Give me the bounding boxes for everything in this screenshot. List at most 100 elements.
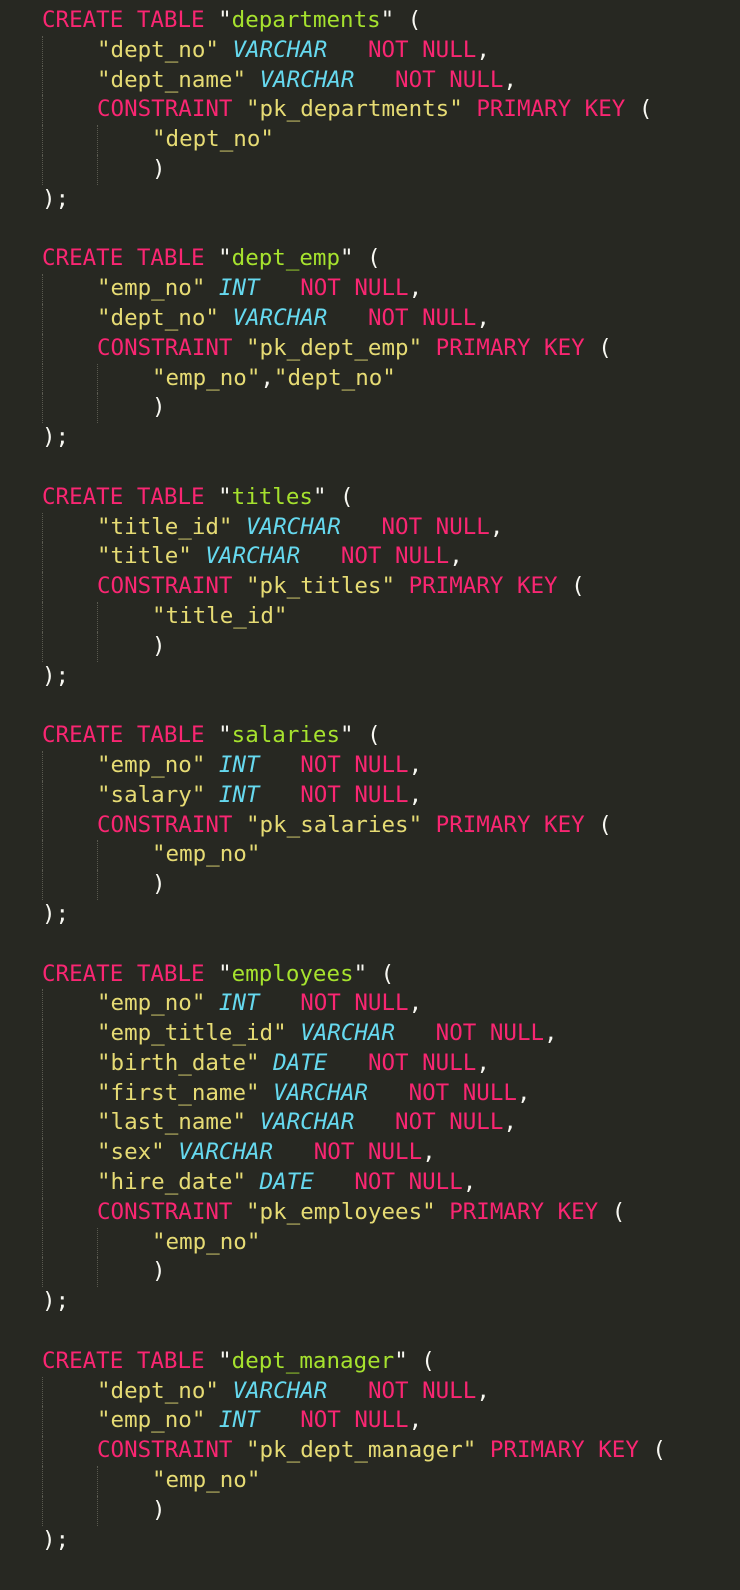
- code-line[interactable]: CREATE TABLE "dept_manager" (: [0, 1347, 740, 1377]
- punctuation-token: [205, 1407, 219, 1433]
- code-line[interactable]: "dept_no" VARCHAR NOT NULL,: [0, 35, 740, 66]
- string-token: "emp_no": [97, 275, 206, 302]
- punctuation-token: ,: [408, 781, 423, 808]
- code-line[interactable]: ): [0, 870, 740, 900]
- punctuation-token: ,: [408, 1407, 423, 1434]
- code-line[interactable]: );: [0, 900, 740, 930]
- code-editor[interactable]: CREATE TABLE "departments" ("dept_no" VA…: [0, 6, 740, 1590]
- code-line[interactable]: "last_name" VARCHAR NOT NULL,: [0, 1108, 740, 1139]
- indent-guide: [42, 989, 43, 1020]
- punctuation-token: );: [42, 662, 70, 689]
- string-token: "title": [97, 543, 192, 570]
- code-line[interactable]: CREATE TABLE "dept_emp" (: [0, 244, 740, 274]
- keyword-token: NOT NULL: [395, 66, 504, 93]
- code-line[interactable]: ): [0, 1257, 740, 1288]
- code-line[interactable]: ): [0, 393, 740, 424]
- code-line[interactable]: CONSTRAINT "pk_departments" PRIMARY KEY …: [0, 95, 740, 126]
- code-line[interactable]: "emp_no" INT NOT NULL,: [0, 989, 740, 1020]
- string-token: "pk_titles": [246, 573, 396, 600]
- keyword-token: NOT NULL: [300, 275, 409, 302]
- code-line[interactable]: "emp_no": [0, 840, 740, 871]
- punctuation-token: ): [152, 394, 166, 421]
- keyword-token: NOT NULL: [408, 1079, 517, 1106]
- code-line[interactable]: [0, 930, 740, 960]
- punctuation-token: [287, 1020, 301, 1046]
- code-line[interactable]: "sex" VARCHAR NOT NULL,: [0, 1138, 740, 1169]
- code-line[interactable]: [0, 691, 740, 721]
- punctuation-token: " (: [380, 7, 422, 33]
- code-line[interactable]: CONSTRAINT "pk_dept_manager" PRIMARY KEY…: [0, 1436, 740, 1467]
- code-line[interactable]: "salary" INT NOT NULL,: [0, 780, 740, 811]
- code-line[interactable]: CONSTRAINT "pk_employees" PRIMARY KEY (: [0, 1197, 740, 1228]
- code-line[interactable]: "title_id" VARCHAR NOT NULL,: [0, 512, 740, 543]
- indent-guide: [97, 393, 98, 424]
- string-token: "first_name": [97, 1079, 260, 1106]
- code-line[interactable]: "emp_no" INT NOT NULL,: [0, 750, 740, 781]
- code-line[interactable]: CONSTRAINT "pk_titles" PRIMARY KEY (: [0, 572, 740, 602]
- code-line[interactable]: );: [0, 1287, 740, 1317]
- code-line[interactable]: ): [0, 154, 740, 185]
- code-line[interactable]: [0, 215, 740, 245]
- code-line[interactable]: [0, 453, 740, 483]
- code-line[interactable]: );: [0, 185, 740, 215]
- indent-guide: [42, 65, 43, 96]
- punctuation-token: [205, 275, 219, 301]
- punctuation-token: );: [42, 185, 70, 212]
- type-token: VARCHAR: [232, 36, 328, 63]
- code-line[interactable]: CREATE TABLE "salaries" (: [0, 721, 740, 751]
- punctuation-token: [219, 37, 233, 63]
- code-line[interactable]: );: [0, 662, 740, 692]
- indent-guide: [42, 303, 43, 334]
- code-line[interactable]: "emp_no" INT NOT NULL,: [0, 1406, 740, 1437]
- keyword-token: NOT NULL: [300, 781, 409, 808]
- indent-guide: [42, 1048, 43, 1079]
- code-line[interactable]: "dept_name" VARCHAR NOT NULL,: [0, 65, 740, 96]
- table-name-token: dept_emp: [231, 245, 341, 272]
- indent-guide: [42, 154, 43, 185]
- indent-guide: [42, 1168, 43, 1198]
- code-line[interactable]: ): [0, 631, 740, 662]
- code-line[interactable]: "emp_no","dept_no": [0, 363, 740, 394]
- indent-guide: [42, 1257, 43, 1288]
- string-token: "dept_no": [97, 304, 219, 331]
- code-line[interactable]: "dept_no" VARCHAR NOT NULL,: [0, 1376, 740, 1407]
- code-line[interactable]: "title_id": [0, 601, 740, 632]
- punctuation-token: ": [204, 722, 232, 749]
- punctuation-token: [327, 305, 368, 331]
- punctuation-token: ,: [503, 1109, 517, 1136]
- code-line[interactable]: "first_name" VARCHAR NOT NULL,: [0, 1078, 740, 1109]
- string-token: "sex": [97, 1139, 165, 1166]
- code-line[interactable]: );: [0, 423, 740, 453]
- code-line[interactable]: );: [0, 1526, 740, 1556]
- type-token: INT: [218, 781, 260, 808]
- code-line[interactable]: CREATE TABLE "employees" (: [0, 960, 740, 990]
- indent-guide: [42, 601, 43, 632]
- keyword-token: NOT NULL: [300, 990, 409, 1017]
- indent-guide: [97, 870, 98, 900]
- punctuation-token: " (: [353, 960, 395, 987]
- punctuation-token: [219, 305, 233, 331]
- code-line[interactable]: [0, 1317, 740, 1347]
- code-line[interactable]: "emp_no": [0, 1466, 740, 1496]
- code-line[interactable]: CONSTRAINT "pk_dept_emp" PRIMARY KEY (: [0, 333, 740, 364]
- code-line[interactable]: "birth_date" DATE NOT NULL,: [0, 1048, 740, 1079]
- code-line[interactable]: CREATE TABLE "titles" (: [0, 483, 740, 513]
- indent-guide: [42, 1019, 43, 1049]
- code-line[interactable]: "title" VARCHAR NOT NULL,: [0, 542, 740, 573]
- punctuation-token: [232, 812, 246, 838]
- code-line[interactable]: ): [0, 1495, 740, 1526]
- indent-guide: [97, 154, 98, 185]
- punctuation-token: ): [152, 1496, 166, 1523]
- punctuation-token: [314, 1169, 355, 1195]
- punctuation-token: ,: [462, 1169, 477, 1196]
- code-line[interactable]: "emp_title_id" VARCHAR NOT NULL,: [0, 1019, 740, 1049]
- code-line[interactable]: "dept_no" VARCHAR NOT NULL,: [0, 303, 740, 334]
- string-token: "emp_no": [152, 1467, 261, 1494]
- string-token: "title_id": [152, 602, 288, 629]
- code-line[interactable]: "hire_date" DATE NOT NULL,: [0, 1168, 740, 1198]
- code-line[interactable]: CONSTRAINT "pk_salaries" PRIMARY KEY (: [0, 810, 740, 841]
- code-line[interactable]: "emp_no" INT NOT NULL,: [0, 274, 740, 304]
- code-line[interactable]: CREATE TABLE "departments" (: [0, 6, 740, 36]
- code-line[interactable]: "dept_no": [0, 125, 740, 155]
- code-line[interactable]: "emp_no": [0, 1227, 740, 1258]
